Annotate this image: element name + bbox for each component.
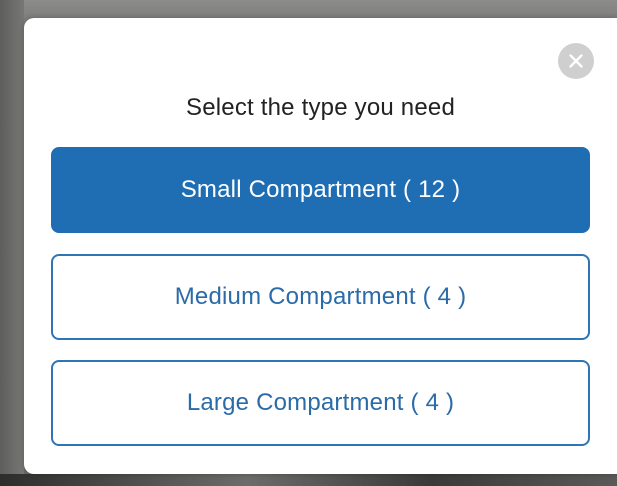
close-button[interactable] (558, 43, 594, 79)
compartment-type-dialog: Select the type you need Small Compartme… (24, 18, 617, 474)
background-edge-bottom (0, 474, 617, 486)
medium-compartment-button[interactable]: Medium Compartment ( 4 ) (51, 254, 590, 340)
close-icon (569, 54, 583, 68)
dialog-title: Select the type you need (186, 94, 455, 121)
option-label: Large Compartment ( 4 ) (186, 389, 455, 416)
option-label: Medium Compartment ( 4 ) (174, 283, 467, 310)
background-edge-left (0, 0, 24, 486)
small-compartment-button[interactable]: Small Compartment ( 12 ) (51, 147, 590, 233)
option-label: Small Compartment ( 12 ) (180, 176, 461, 203)
large-compartment-button[interactable]: Large Compartment ( 4 ) (51, 360, 590, 446)
